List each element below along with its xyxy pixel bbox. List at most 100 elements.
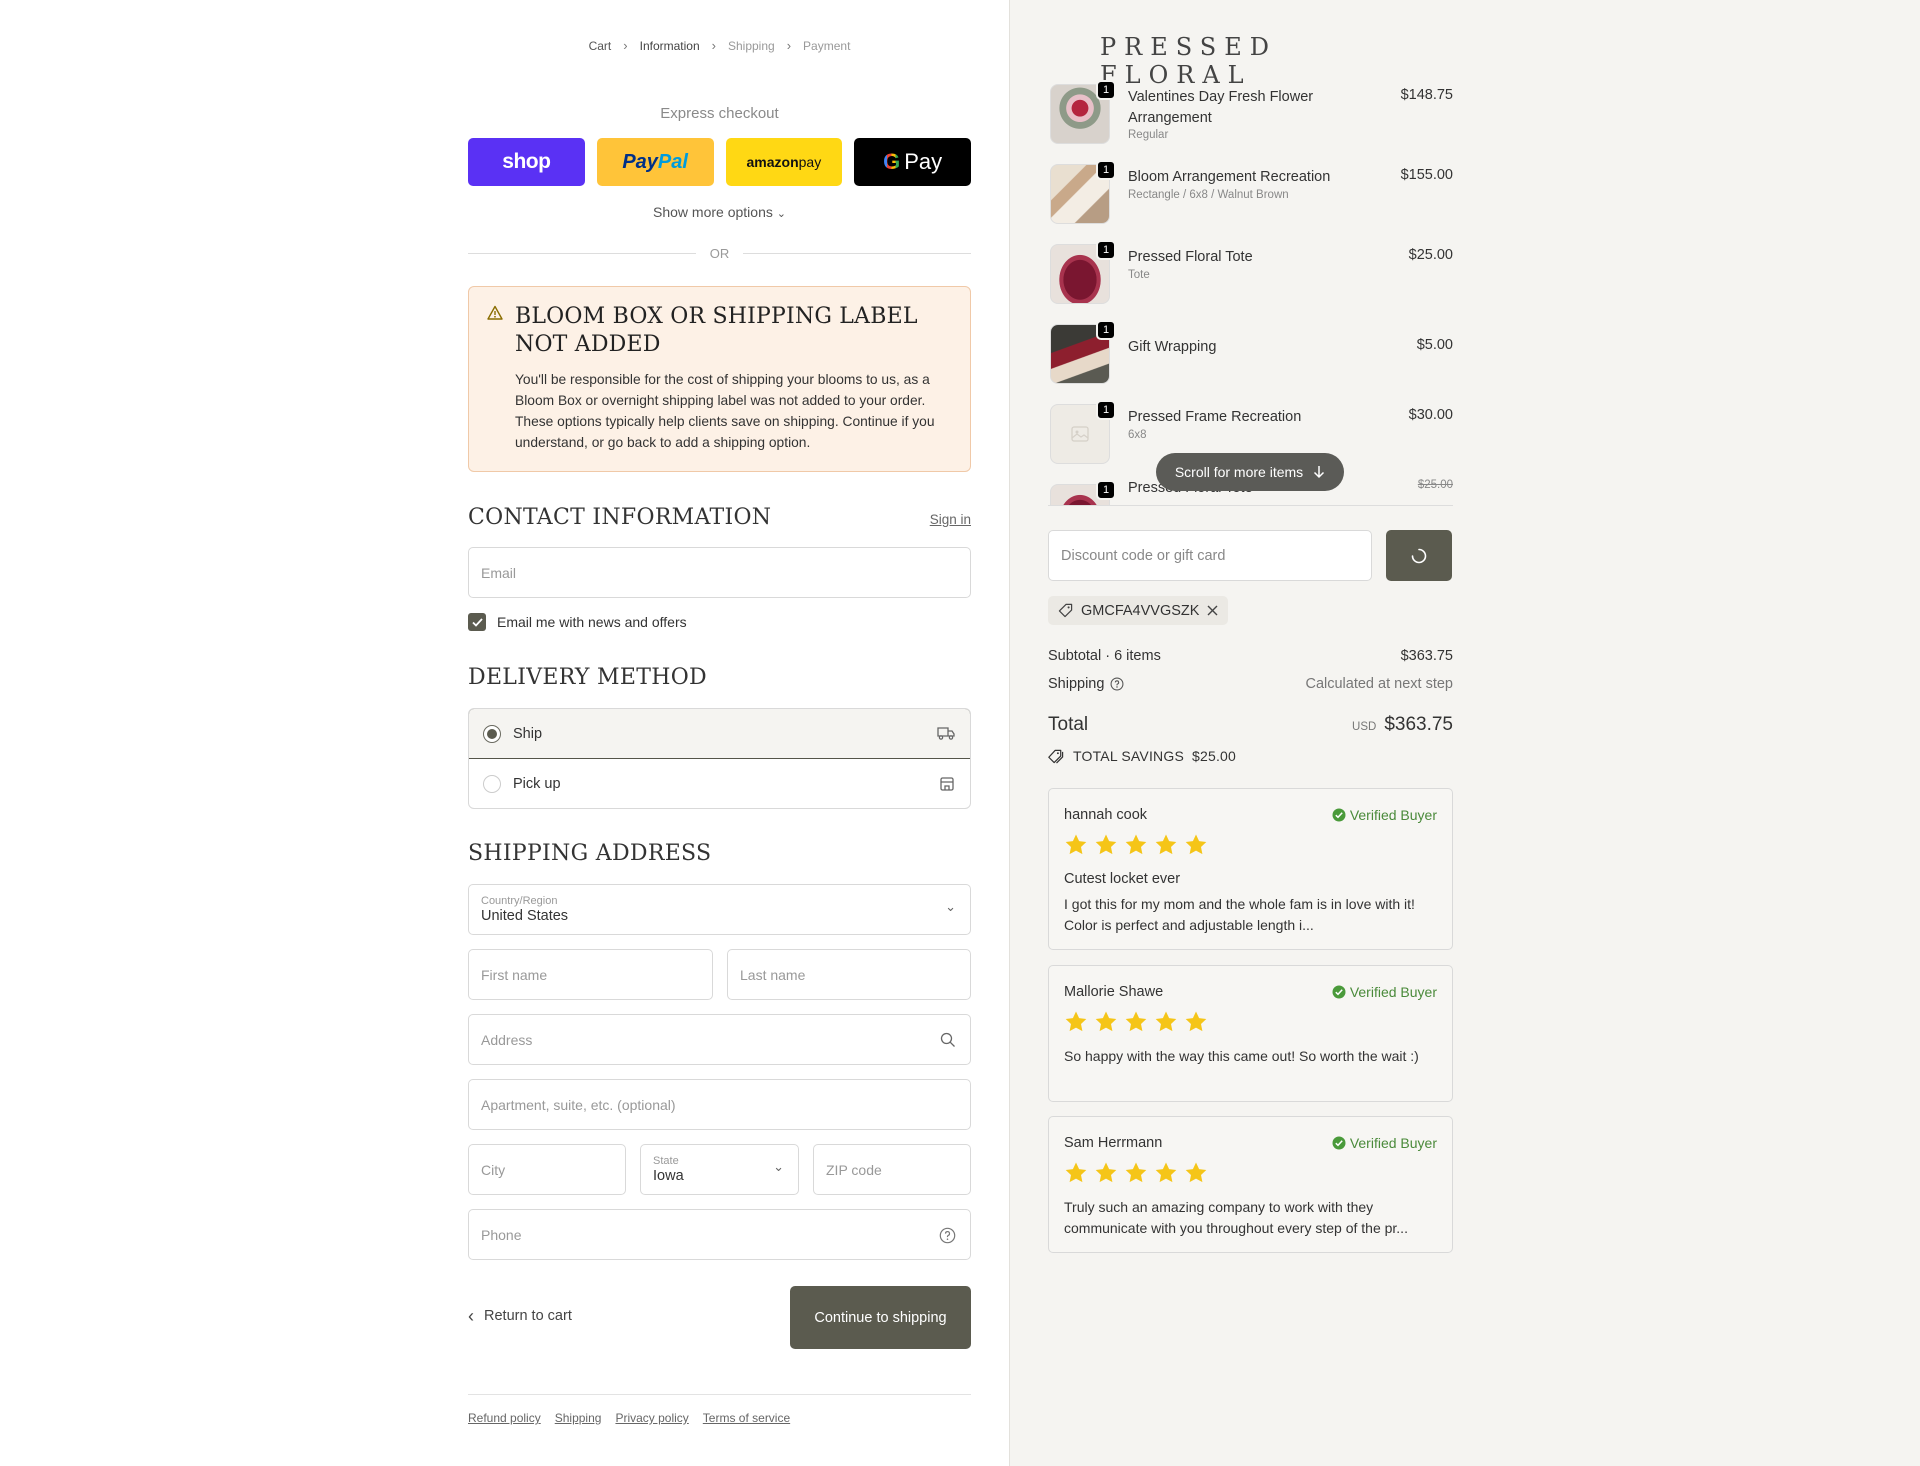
city-field[interactable]: City [468,1144,626,1195]
google-pay-button[interactable]: G Pay [854,138,971,186]
ship-radio[interactable] [483,724,501,743]
privacy-policy-link[interactable]: Privacy policy [615,1411,688,1425]
delivery-options: Ship Pick up [468,708,971,809]
star-icon [1095,1162,1117,1183]
show-more-options[interactable]: Show more options ⌄ [468,204,971,220]
tag-icon [1058,603,1073,618]
state-select[interactable]: State Iowa ⌄ [640,1144,799,1195]
continue-to-shipping-button[interactable]: Continue to shipping [790,1286,971,1349]
chevron-down-icon: ⌄ [773,1159,784,1174]
address-field[interactable]: Address [468,1014,971,1065]
truck-icon [937,727,955,740]
help-circle-icon[interactable] [939,1227,956,1244]
scroll-hint-label: Scroll for more items [1174,464,1304,480]
star-rating [1064,1161,1208,1185]
or-label: OR [709,246,730,261]
or-divider: OR [468,246,971,261]
delivery-heading: DELIVERY METHOD [468,665,707,690]
close-icon[interactable] [1207,605,1218,616]
google-g-icon: G [883,149,901,174]
item-name: Valentines Day Fresh Flower Arrangement [1128,89,1314,126]
email-field[interactable]: Email [468,547,971,598]
pickup-label: Pick up [513,776,561,792]
star-icon [1065,834,1087,855]
verified-label: Verified Buyer [1349,984,1437,1000]
store-icon [940,777,954,791]
discount-code-input[interactable]: Discount code or gift card [1048,530,1372,581]
verified-badge: Verified Buyer [1332,807,1437,823]
quantity-badge: 1 [1096,80,1116,100]
total-value: $363.75 [1384,714,1453,735]
breadcrumb-cart[interactable]: Cart [589,39,612,53]
email-placeholder: Email [481,564,517,581]
pickup-radio[interactable] [483,775,501,793]
last-name-field[interactable]: Last name [727,949,971,1000]
breadcrumb-information: Information [639,38,700,53]
shipping-label: Shipping [1048,676,1105,692]
item-variant: 6x8 [1128,429,1147,441]
apartment-field[interactable]: Apartment, suite, etc. (optional) [468,1079,971,1130]
paypal-button[interactable]: Pay Pal [596,138,714,186]
shop-pay-button[interactable]: shop [468,138,585,186]
item-name: Pressed Floral Tote [1128,249,1253,265]
applied-discount-tag: GMCFA4VVGSZK [1048,596,1229,625]
newsletter-checkbox-row[interactable]: Email me with news and offers [468,613,971,631]
reviewer-name: Mallorie Shawe [1064,984,1164,1000]
breadcrumb-payment: Payment [803,38,851,53]
shipping-policy-link[interactable]: Shipping [555,1411,602,1425]
zip-field[interactable]: ZIP code [813,1144,971,1195]
item-price: $25.00 [1417,479,1453,491]
quantity-badge: 1 [1096,160,1116,180]
phone-placeholder: Phone [481,1226,522,1243]
check-circle-icon [1332,1136,1346,1150]
delivery-option-pickup[interactable]: Pick up [469,759,970,808]
sign-in-link[interactable]: Sign in [930,512,971,527]
first-name-field[interactable]: First name [468,949,713,1000]
apartment-placeholder: Apartment, suite, etc. (optional) [481,1096,676,1113]
cart-item: 1 Gift Wrapping $5.00 [1048,320,1453,384]
country-select[interactable]: Country/Region United States ⌄ [468,884,971,935]
subtotal-value: $363.75 [1400,648,1453,664]
help-circle-icon[interactable] [1110,677,1124,691]
terms-of-service-link[interactable]: Terms of service [703,1411,790,1425]
delivery-header: DELIVERY METHOD [468,665,971,690]
cart-items-list[interactable]: 1 Valentines Day Fresh Flower Arrangemen… [1048,80,1453,506]
currency-code: USD [1352,721,1377,733]
review-body: So happy with the way this came out! So … [1064,1048,1419,1064]
verified-label: Verified Buyer [1349,807,1437,823]
star-icon [1125,1162,1147,1183]
scroll-for-more-button[interactable]: Scroll for more items [1156,453,1344,491]
amazon-pay-button[interactable]: amazon pay [725,138,843,186]
image-placeholder-icon [1071,426,1089,442]
breadcrumb-shipping: Shipping [727,38,775,53]
star-icon [1065,1162,1087,1183]
delivery-option-ship[interactable]: Ship [469,709,970,759]
chevron-left-icon: ‹ [468,1306,474,1326]
newsletter-label: Email me with news and offers [497,614,687,630]
apply-discount-button[interactable] [1386,530,1452,581]
express-wallets: shop Pay Pal amazon pay G Pay [468,138,971,186]
warning-title: BLOOM BOX OR SHIPPING LABEL NOT ADDED [515,304,918,357]
city-placeholder: City [481,1161,506,1178]
cart-item: 1 Bloom Arrangement Recreation Rectangle… [1048,160,1453,224]
item-name: Gift Wrapping [1128,339,1217,355]
newsletter-checkbox[interactable] [468,613,486,631]
warning-body: You'll be responsible for the cost of sh… [515,372,935,450]
star-icon [1155,834,1177,855]
total-savings: TOTAL SAVINGS $25.00 [1048,748,1236,764]
chevron-down-icon: ⌄ [945,899,956,914]
star-rating [1064,833,1208,857]
phone-field[interactable]: Phone [468,1209,971,1260]
tags-icon [1048,749,1064,763]
review-card: Mallorie Shawe Verified Buyer So happy w… [1048,965,1453,1102]
country-value: United States [481,908,569,924]
policy-links: Refund policy Shipping Privacy policy Te… [468,1411,971,1425]
last-name-placeholder: Last name [740,966,806,983]
contact-heading: CONTACT INFORMATION [468,505,772,530]
item-price: $155.00 [1400,167,1453,183]
state-value: Iowa [653,1168,684,1184]
star-icon [1095,1011,1117,1032]
star-icon [1185,1011,1207,1032]
refund-policy-link[interactable]: Refund policy [468,1411,541,1425]
show-more-label: Show more options [653,204,773,220]
